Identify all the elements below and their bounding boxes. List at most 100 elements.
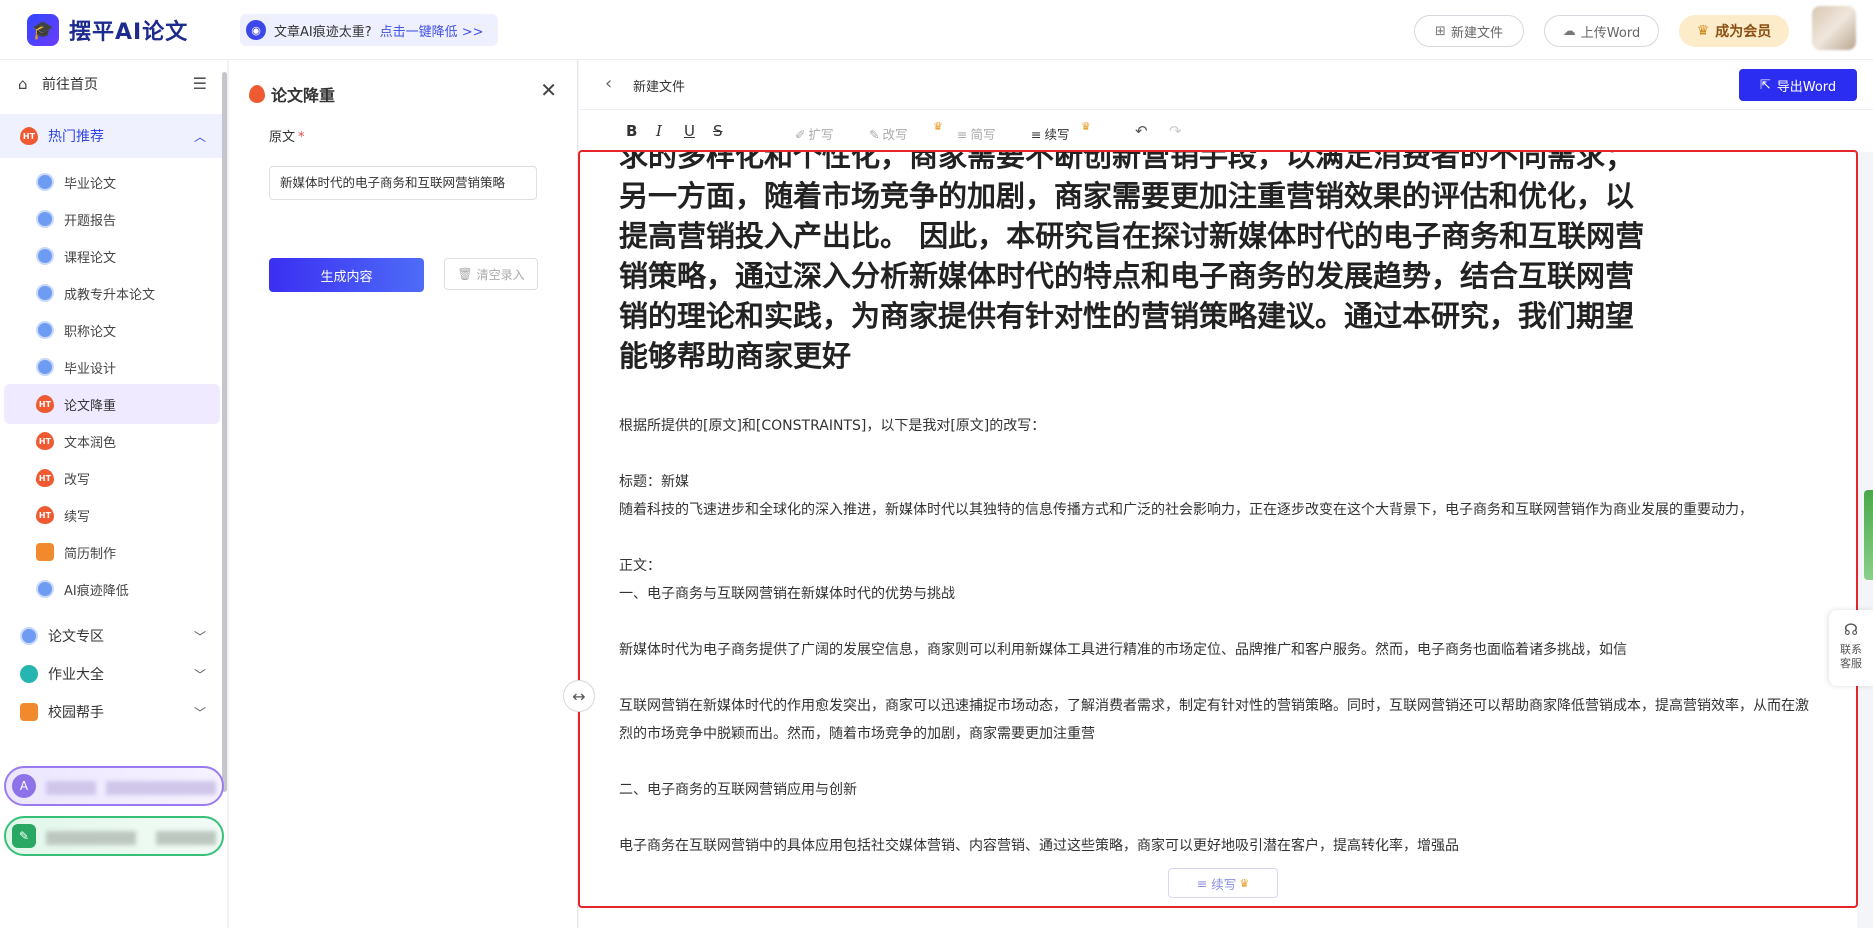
expand-label: 扩写 [808,127,834,142]
resize-handle-icon[interactable]: ↔ [563,680,595,712]
resume-icon [36,543,54,561]
sidebar-item-proposal[interactable]: 开题报告 [4,199,220,239]
sidebar-group-hot[interactable]: HT 热门推荐 ︿ [0,114,227,158]
document-icon [36,580,54,598]
editor-content[interactable]: 求的多样化和个性化，商家需要不断创新营销手段，以满足消费者的不同需求； 另一方面… [579,152,1857,928]
sidebar-item-continue[interactable]: HT 续写 [4,495,220,535]
clear-input-button[interactable]: 🗑 清空录入 [444,258,538,290]
headset-icon: ☊ [1843,620,1859,639]
redacted-text [46,831,136,845]
shorten-icon: ≡ [957,127,968,142]
sidebar-item-adult-education[interactable]: 成教专升本论文 [4,273,220,313]
note-icon: ✎ [12,824,36,848]
promo-text: 文章AI痕迹太重? [274,24,372,40]
bold-button[interactable]: B [626,122,637,140]
new-file-button[interactable]: ⊞ 新建文件 [1414,15,1524,47]
sidebar-item-thesis[interactable]: 毕业论文 [4,162,220,202]
document-icon [36,358,54,376]
paragraph: 电子商务在互联网营销中的具体应用包括社交媒体营销、内容营销、通过这些策略，商家可… [619,838,1459,854]
sidebar-group-label: 热门推荐 [48,129,104,145]
fire-icon [249,85,265,103]
new-file-label: 新建文件 [1450,25,1503,41]
export-word-label: 导出Word [1776,79,1837,95]
sidebar-item-paper-dedup[interactable]: HT 论文降重 [4,384,220,424]
paragraph: 标题：新媒 [619,474,689,490]
continue-button[interactable]: ≡ 续写 ♛ [1031,120,1091,143]
sidebar-item-graduation-design[interactable]: 毕业设计 [4,347,220,387]
trash-icon: 🗑 [457,267,473,281]
shorten-button[interactable]: ≡ 简写 [957,124,996,143]
sidebar-item-resume[interactable]: 简历制作 [4,532,220,572]
chevron-down-icon: ﹀ [193,667,206,682]
file-plus-icon: ⊞ [1435,23,1446,39]
graduation-cap-icon: 🎓 [27,14,59,46]
fire-icon: HT [36,432,54,450]
user-avatar[interactable] [1812,6,1856,50]
sidebar-item-label: 毕业论文 [64,176,117,192]
dedup-panel: 论文降重 ✕ 原文 * 新媒体时代的电子商务和互联网营销策略 生成内容 🗑 清空录… [229,60,578,928]
original-text-input[interactable]: 新媒体时代的电子商务和互联网营销策略 [269,166,537,200]
sidebar-item-course-paper[interactable]: 课程论文 [4,236,220,276]
expand-button[interactable]: ✐ 扩写 [795,124,834,143]
document-body[interactable]: 求的多样化和个性化，商家需要不断创新营销手段，以满足消费者的不同需求； 另一方面… [619,152,1819,860]
rewrite-label: 改写 [882,127,908,142]
shield-icon: ◉ [246,20,266,40]
document-icon [20,627,38,645]
paragraph: 根据所提供的[原文]和[CONSTRAINTS]，以下是我对[原文]的改写： [619,418,1046,434]
editor-toolbar: B I U S ✐ 扩写 ✎ 改写 ♛ ≡ 简写 ≡ 续写 ♛ ↶ ↷ [579,110,1873,152]
menu-collapse-icon[interactable]: ☰ [193,74,207,93]
become-member-button[interactable]: ♛ 成为会员 [1679,15,1789,47]
fire-icon: HT [36,469,54,487]
paragraph: 新媒体时代为电子商务提供了广阔的发展空信息，商家则可以利用新媒体工具进行精准的市… [619,642,1627,658]
export-word-button[interactable]: ⇱ 导出Word [1739,69,1857,101]
close-icon[interactable]: ✕ [540,78,557,102]
chevron-down-icon: ﹀ [193,629,206,644]
sidebar-home-label: 前往首页 [42,77,98,93]
account-initial: A [12,774,36,798]
crown-icon: ♛ [1239,876,1250,890]
rewrite-button[interactable]: ✎ 改写 ♛ [869,120,943,143]
sidebar-item-title-paper[interactable]: 职称论文 [4,310,220,350]
account-row-redacted[interactable]: A [4,766,224,806]
sidebar-item-label: 改写 [64,472,91,488]
paragraph: 一、电子商务与互联网营销在新媒体时代的优势与挑战 [619,586,955,602]
sidebar-item-rewrite[interactable]: HT 改写 [4,458,220,498]
sidebar-item-ai-trace[interactable]: AI痕迹降低 [4,569,220,609]
floating-continue-button[interactable]: ≡ 续写 ♛ [1168,868,1278,898]
continue-label: 续写 [1044,127,1070,142]
redacted-text [156,831,216,845]
chevron-left-icon[interactable]: ‹ [605,73,612,94]
customer-support-tab[interactable]: ☊ 联系客服 [1829,610,1873,686]
promo-link[interactable]: 点击一键降低 >> [380,21,484,40]
heading-line: 提高营销投入产出比。 因此，本研究旨在探讨新媒体时代的电子商务和互联网营 [619,219,1645,253]
document-icon [36,321,54,339]
panel-title-text: 论文降重 [271,86,336,105]
continue-icon: ≡ [1196,875,1208,891]
sidebar-scrollbar[interactable] [222,72,227,792]
paragraph: 互联网营销在新媒体时代的作用愈发突出，商家可以迅速捕捉市场动态，了解消费者需求，… [619,698,1809,742]
italic-button[interactable]: I [656,122,662,140]
sidebar-group-label: 论文专区 [48,629,104,645]
sidebar-item-polish[interactable]: HT 文本润色 [4,421,220,461]
sidebar: ⌂ 前往首页 ☰ HT 热门推荐 ︿ 毕业论文 开题报告 课程论文 成教专升本论… [0,60,228,928]
brand-logo[interactable]: 🎓 摆平AI论文 [27,14,188,46]
side-widget-strip[interactable] [1864,490,1873,580]
upload-word-button[interactable]: ☁ 上传Word [1544,15,1659,47]
wechat-row-redacted[interactable]: ✎ [4,816,224,856]
promo-banner[interactable]: ◉ 文章AI痕迹太重? 点击一键降低 >> [240,14,498,46]
strikethrough-button[interactable]: S [713,122,723,140]
shorten-label: 简写 [970,127,996,142]
generate-button[interactable]: 生成内容 [269,258,424,292]
editor-header: ‹ 新建文件 ⇱ 导出Word [579,60,1873,110]
sidebar-group-label: 作业大全 [48,667,104,683]
sidebar-item-label: 论文降重 [64,398,117,414]
underline-button[interactable]: U [684,122,695,140]
redo-icon[interactable]: ↷ [1169,122,1182,140]
sidebar-group-campus[interactable]: 校园帮手 ﹀ [0,690,227,734]
undo-icon[interactable]: ↶ [1135,122,1148,140]
heading-block: 求的多样化和个性化，商家需要不断创新营销手段，以满足消费者的不同需求； 另一方面… [619,152,1819,376]
fire-icon: HT [36,506,54,524]
fire-icon: HT [36,395,54,413]
